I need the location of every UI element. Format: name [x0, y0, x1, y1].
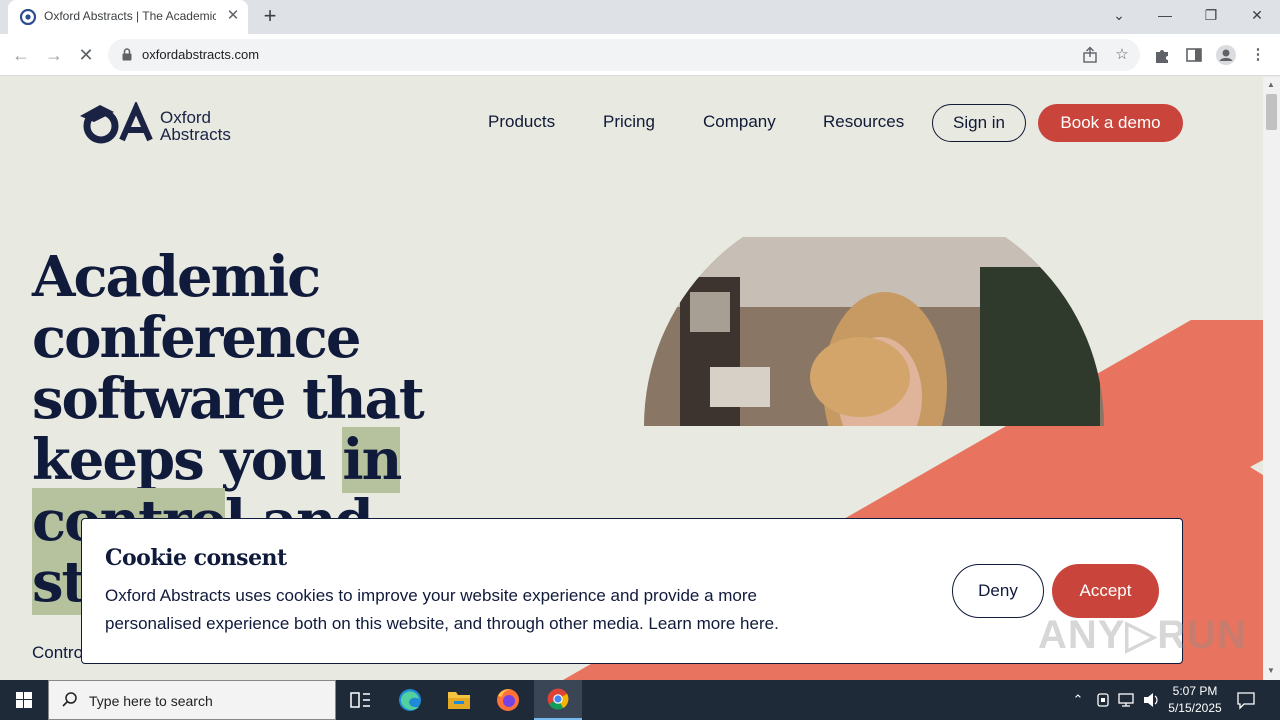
accept-cookies-button[interactable]: Accept — [1052, 564, 1159, 618]
nav-company[interactable]: Company — [703, 112, 776, 132]
logo-text-line: Oxford — [160, 108, 212, 127]
page-scrollbar[interactable]: ▲ ▼ — [1263, 77, 1280, 680]
address-bar[interactable]: oxfordabstracts.com ☆ — [108, 39, 1140, 71]
oxford-abstracts-logo[interactable]: Oxford Abstracts — [78, 100, 248, 144]
side-panel-icon[interactable] — [1183, 44, 1205, 66]
bookmark-star-icon[interactable]: ☆ — [1112, 45, 1132, 65]
browser-tab-active[interactable]: Oxford Abstracts | The Academic ✕ — [8, 0, 248, 34]
hero-line: keeps you in — [32, 427, 402, 493]
new-tab-button[interactable]: + — [258, 4, 282, 28]
tab-search-icon[interactable]: ⌄ — [1096, 0, 1142, 30]
scroll-down-arrow-icon[interactable]: ▼ — [1267, 666, 1275, 675]
search-placeholder: Type here to search — [89, 693, 213, 709]
hero-line: Academic — [32, 244, 321, 310]
nav-pricing[interactable]: Pricing — [603, 112, 655, 132]
nav-products[interactable]: Products — [488, 112, 555, 132]
tab-close-icon[interactable]: ✕ — [224, 7, 242, 25]
browser-menu-icon[interactable]: ⋮ — [1247, 44, 1269, 66]
search-icon — [62, 692, 77, 707]
edge-icon[interactable] — [386, 680, 434, 720]
tab-title: Oxford Abstracts | The Academic — [44, 9, 216, 23]
site-favicon-icon — [20, 9, 36, 25]
scroll-thumb[interactable] — [1266, 94, 1277, 130]
clock-time: 5:07 PM — [1172, 684, 1218, 698]
volume-icon[interactable] — [1141, 680, 1161, 720]
minimize-button[interactable]: — — [1142, 0, 1188, 30]
stop-loading-icon[interactable]: ✕ — [73, 42, 99, 68]
windows-taskbar: Type here to search ⌃ 5:07 PM 5/15/2025 — [0, 680, 1280, 720]
chrome-icon[interactable] — [534, 680, 582, 720]
anyrun-watermark: ANY▷RUN — [1038, 613, 1247, 657]
hero-line: software that — [32, 366, 425, 432]
lock-icon[interactable] — [122, 48, 132, 61]
book-demo-button[interactable]: Book a demo — [1038, 104, 1183, 142]
clock-date: 5/15/2025 — [1168, 701, 1222, 715]
hero-line: conference — [32, 305, 361, 371]
restore-button[interactable]: ❐ — [1188, 0, 1234, 30]
hero-subtext: Contro — [32, 643, 84, 662]
back-arrow-icon[interactable]: ← — [8, 42, 34, 68]
network-icon[interactable] — [1117, 680, 1137, 720]
close-window-button[interactable]: ✕ — [1234, 0, 1280, 30]
tab-strip: Oxford Abstracts | The Academic ✕ + ⌄ — … — [0, 0, 1280, 34]
logo-text-line: Abstracts — [160, 125, 231, 144]
tray-device-icon[interactable] — [1094, 680, 1112, 720]
url-text[interactable]: oxfordabstracts.com — [142, 47, 259, 62]
share-icon[interactable] — [1080, 45, 1100, 65]
cookie-consent-banner: Cookie consent Oxford Abstracts uses coo… — [81, 518, 1183, 664]
windows-start-icon[interactable] — [0, 680, 48, 720]
notification-center-icon[interactable] — [1236, 690, 1256, 710]
task-view-icon[interactable] — [336, 680, 384, 720]
logo-mark-icon — [80, 100, 153, 144]
sign-in-button[interactable]: Sign in — [932, 104, 1026, 142]
taskbar-clock[interactable]: 5:07 PM 5/15/2025 — [1160, 683, 1230, 717]
browser-toolbar: ← → ✕ oxfordabstracts.com ☆ ⋮ — [0, 34, 1280, 76]
firefox-icon[interactable] — [484, 680, 532, 720]
deny-cookies-button[interactable]: Deny — [952, 564, 1044, 618]
hero-highlight: st — [32, 549, 87, 615]
scroll-up-arrow-icon[interactable]: ▲ — [1267, 80, 1275, 89]
hero-highlight: in — [342, 427, 402, 493]
forward-arrow-icon[interactable]: → — [41, 42, 67, 68]
taskbar-search-input[interactable]: Type here to search — [48, 680, 336, 720]
cookie-title: Cookie consent — [105, 545, 287, 571]
extensions-puzzle-icon[interactable] — [1151, 44, 1173, 66]
nav-resources[interactable]: Resources — [823, 112, 904, 132]
tray-chevron-up-icon[interactable]: ⌃ — [1070, 680, 1086, 720]
profile-avatar-icon[interactable] — [1215, 44, 1237, 66]
file-explorer-icon[interactable] — [435, 680, 483, 720]
cookie-description: Oxford Abstracts uses cookies to improve… — [105, 586, 779, 633]
